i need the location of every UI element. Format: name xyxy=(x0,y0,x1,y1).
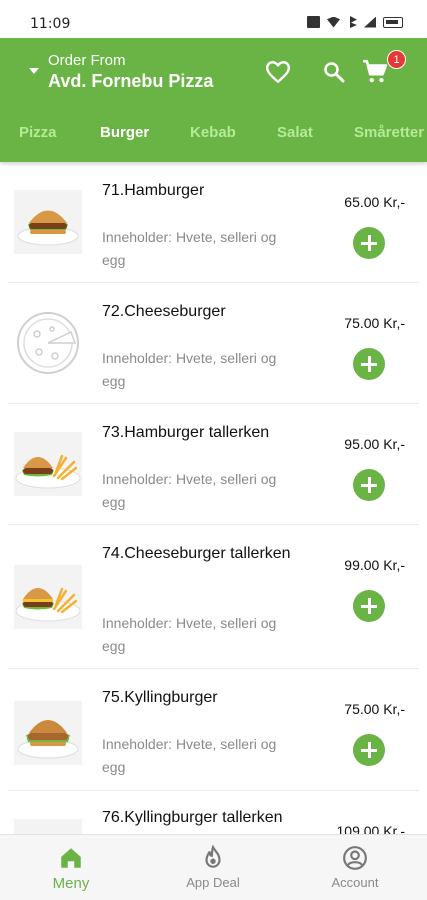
add-to-cart-button[interactable] xyxy=(353,469,385,501)
nav-account[interactable]: Account xyxy=(284,835,426,900)
item-price: 109.00 Kr,- xyxy=(336,823,406,834)
favorites-button[interactable] xyxy=(263,57,293,87)
add-to-cart-button[interactable] xyxy=(353,227,385,259)
burger-image xyxy=(14,190,82,254)
item-description: Inneholder: Hvete, selleri og egg xyxy=(102,229,277,268)
item-name: 76.Kyllingburger tallerken xyxy=(102,809,283,826)
search-icon xyxy=(324,62,345,83)
cart-icon xyxy=(363,59,388,83)
burger-image xyxy=(14,701,82,765)
item-description: Inneholder: Hvete, selleri og egg xyxy=(102,736,277,775)
menu-item[interactable]: 73.Hamburger tallerken Inneholder: Hvete… xyxy=(8,404,419,525)
wifi-icon xyxy=(327,16,340,28)
item-name: 74.Cheeseburger tallerken xyxy=(102,545,291,562)
item-name: 75.Kyllingburger xyxy=(102,689,218,706)
item-description: Inneholder: Hvete, selleri og egg xyxy=(102,471,277,510)
tab-pizza[interactable]: Pizza xyxy=(19,124,57,141)
add-to-cart-button[interactable] xyxy=(353,348,385,380)
store-name[interactable]: Avd. Fornebu Pizza xyxy=(48,71,213,92)
order-from-label[interactable]: Order From xyxy=(48,52,126,69)
heart-icon xyxy=(265,61,291,83)
signal-icon xyxy=(364,16,376,28)
qr-status-icon xyxy=(307,16,320,28)
menu-item[interactable]: 74.Cheeseburger tallerken Inneholder: Hv… xyxy=(8,525,419,669)
item-price: 65.00 Kr,- xyxy=(344,194,405,210)
item-name: 72.Cheeseburger xyxy=(102,303,226,320)
item-price: 75.00 Kr,- xyxy=(344,315,405,331)
nav-label: Meny xyxy=(52,875,90,892)
burger-fries-image xyxy=(14,819,82,834)
nav-label: App Deal xyxy=(186,875,240,890)
cart-count-badge: 1 xyxy=(387,50,406,69)
tab-smaretter[interactable]: Småretter xyxy=(354,124,424,141)
nav-app-deal[interactable]: App Deal xyxy=(142,835,284,900)
bottom-navigation: Meny App Deal Account xyxy=(0,834,427,900)
menu-item[interactable]: 72.Cheeseburger Inneholder: Hvete, selle… xyxy=(8,283,419,404)
search-button[interactable] xyxy=(319,57,349,87)
app-bar: Order From Avd. Fornebu Pizza 1 Pizza Bu… xyxy=(0,38,427,162)
bluetooth-icon xyxy=(350,16,357,28)
item-name: 73.Hamburger tallerken xyxy=(102,424,270,441)
cart-button[interactable] xyxy=(360,57,390,87)
tab-salat[interactable]: Salat xyxy=(277,124,313,141)
pizza-placeholder-icon xyxy=(14,311,82,375)
account-icon xyxy=(343,846,367,870)
item-name: 71.Hamburger xyxy=(102,182,205,199)
status-bar: 11:09 xyxy=(0,0,427,38)
add-to-cart-button[interactable] xyxy=(353,590,385,622)
nav-label: Account xyxy=(331,875,379,890)
item-description: Inneholder: Hvete, selleri og egg xyxy=(102,615,277,654)
tab-kebab[interactable]: Kebab xyxy=(190,124,236,141)
nav-meny[interactable]: Meny xyxy=(0,835,142,900)
status-time: 11:09 xyxy=(30,16,71,32)
location-dropdown-icon[interactable] xyxy=(29,68,39,74)
burger-fries-image xyxy=(14,432,82,496)
menu-item[interactable]: 75.Kyllingburger Inneholder: Hvete, sell… xyxy=(8,669,419,791)
status-icons xyxy=(307,16,403,28)
item-price: 99.00 Kr,- xyxy=(344,557,405,573)
home-icon xyxy=(61,848,81,868)
deal-icon xyxy=(205,845,221,868)
item-price: 95.00 Kr,- xyxy=(344,436,405,452)
burger-fries-image xyxy=(14,565,82,629)
tab-burger[interactable]: Burger xyxy=(100,124,149,141)
menu-list[interactable]: 71.Hamburger Inneholder: Hvete, selleri … xyxy=(0,162,427,834)
item-price: 75.00 Kr,- xyxy=(344,701,405,717)
category-tabs: Pizza Burger Kebab Salat Småretter xyxy=(0,122,427,150)
item-description: Inneholder: Hvete, selleri og egg xyxy=(102,350,277,389)
menu-item[interactable]: 71.Hamburger Inneholder: Hvete, selleri … xyxy=(8,162,419,283)
battery-icon xyxy=(383,16,403,28)
add-to-cart-button[interactable] xyxy=(353,734,385,766)
menu-item[interactable]: 76.Kyllingburger tallerken 109.00 Kr,- xyxy=(8,791,419,834)
